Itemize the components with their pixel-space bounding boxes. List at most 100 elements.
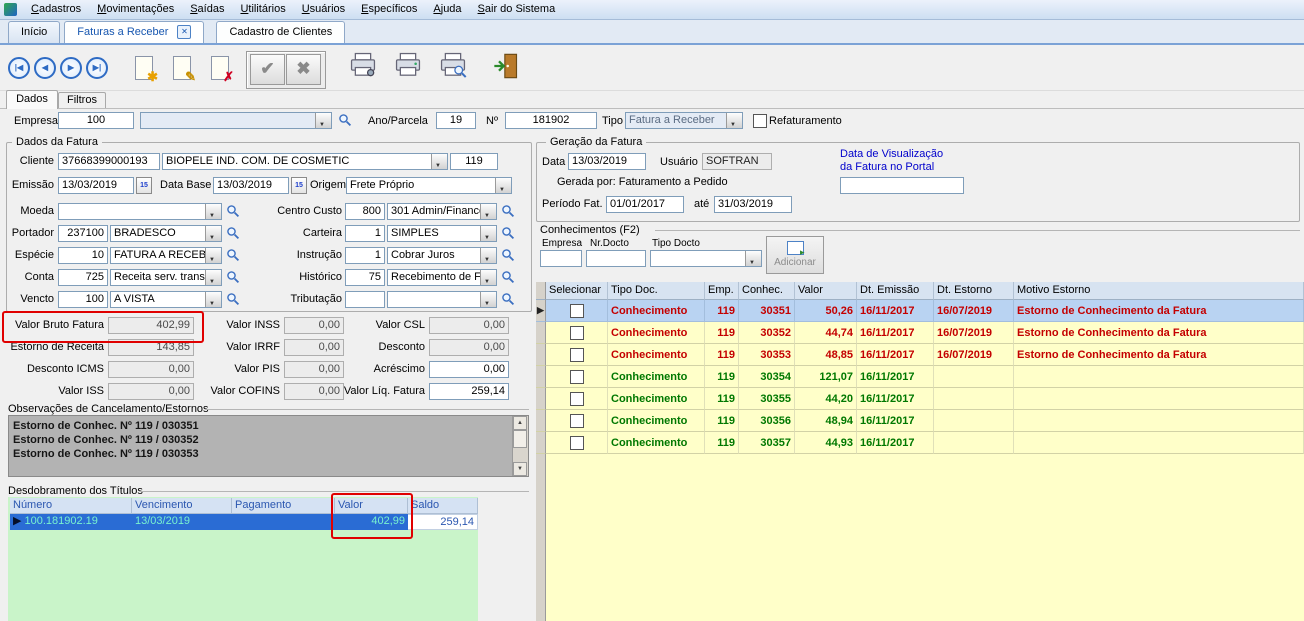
tipo-combo[interactable]: Fatura a Receber xyxy=(625,112,743,129)
scrollbar-thumb[interactable] xyxy=(513,430,527,448)
carteira-codigo-field[interactable]: 1 xyxy=(345,225,385,242)
historico-combo[interactable]: Recebimento de Fatu xyxy=(387,269,497,286)
moeda-combo[interactable] xyxy=(58,203,222,220)
conta-combo[interactable]: Receita serv. transpor xyxy=(110,269,222,286)
cancel-button[interactable]: ✖ xyxy=(286,54,321,85)
desdobramento-row[interactable]: ▶100.181902.19 13/03/2019 402,99 259,14 xyxy=(10,514,478,530)
print-preview-button[interactable] xyxy=(436,52,470,86)
empresa-search-icon[interactable] xyxy=(338,113,354,129)
conhecimento-empresa-field[interactable] xyxy=(540,250,582,267)
conta-codigo-field[interactable]: 725 xyxy=(58,269,108,286)
menu-utilitarios[interactable]: Utilitários xyxy=(232,0,293,19)
nav-first-button[interactable]: |◀ xyxy=(8,57,30,79)
column-header-tipo-doc[interactable]: Tipo Doc. xyxy=(608,282,705,300)
print-button[interactable] xyxy=(391,52,425,86)
geracao-data-field[interactable]: 13/03/2019 xyxy=(568,153,646,170)
refaturamento-checkbox[interactable] xyxy=(753,114,767,128)
confirm-button[interactable]: ✔ xyxy=(250,54,285,85)
portador-combo[interactable]: BRADESCO xyxy=(110,225,222,242)
historico-codigo-field[interactable]: 75 xyxy=(345,269,385,286)
vencto-combo[interactable]: A VISTA xyxy=(110,291,222,308)
column-header-numero[interactable]: Número xyxy=(10,498,132,514)
conhecimento-row[interactable]: Conhecimento 119 30353 48,85 16/11/2017 … xyxy=(536,344,1304,366)
tab-faturas-a-receber[interactable]: Faturas a Receber ✕ xyxy=(64,21,204,43)
empresa-combo[interactable] xyxy=(140,112,332,129)
menu-ajuda[interactable]: Ajuda xyxy=(425,0,469,19)
column-header-motivo-estorno[interactable]: Motivo Estorno xyxy=(1014,282,1304,300)
selecionar-checkbox[interactable] xyxy=(570,436,584,450)
conhecimento-row[interactable]: ▶ Conhecimento 119 30351 50,26 16/11/201… xyxy=(536,300,1304,322)
column-header-selecionar[interactable]: Selecionar xyxy=(546,282,608,300)
instrucao-codigo-field[interactable]: 1 xyxy=(345,247,385,264)
edit-record-button[interactable]: ✎ xyxy=(166,53,198,85)
conhecimento-row[interactable]: Conhecimento 119 30356 48,94 16/11/2017 xyxy=(536,410,1304,432)
carteira-search-icon[interactable] xyxy=(501,226,517,242)
centro-custo-search-icon[interactable] xyxy=(501,204,517,220)
cliente-combo[interactable]: BIOPELE IND. COM. DE COSMETIC xyxy=(162,153,448,170)
calendar-icon[interactable]: 15 xyxy=(136,177,152,194)
column-header-pagamento[interactable]: Pagamento xyxy=(232,498,335,514)
numero-field[interactable]: 181902 xyxy=(505,112,597,129)
column-header-dt-estorno[interactable]: Dt. Estorno xyxy=(934,282,1014,300)
conhecimento-row[interactable]: Conhecimento 119 30355 44,20 16/11/2017 xyxy=(536,388,1304,410)
tab-close-icon[interactable]: ✕ xyxy=(177,25,191,39)
nav-last-button[interactable]: ▶| xyxy=(86,57,108,79)
scroll-down-icon[interactable]: ▼ xyxy=(513,462,527,476)
tab-filtros[interactable]: Filtros xyxy=(58,92,106,109)
historico-search-icon[interactable] xyxy=(501,270,517,286)
print-config-button[interactable] xyxy=(346,52,380,86)
exit-button[interactable] xyxy=(489,52,523,86)
nav-next-button[interactable]: ▶ xyxy=(60,57,82,79)
periodo-inicio-field[interactable]: 01/01/2017 xyxy=(606,196,684,213)
menu-sair-do-sistema[interactable]: Sair do Sistema xyxy=(470,0,564,19)
nr-docto-field[interactable] xyxy=(586,250,646,267)
insert-record-button[interactable]: ✱ xyxy=(128,53,160,85)
column-header-valor[interactable]: Valor xyxy=(795,282,857,300)
tributacao-combo[interactable] xyxy=(387,291,497,308)
column-header-conhec[interactable]: Conhec. xyxy=(739,282,795,300)
tipo-docto-combo[interactable] xyxy=(650,250,762,267)
data-base-field[interactable]: 13/03/2019 xyxy=(213,177,289,194)
selecionar-checkbox[interactable] xyxy=(570,392,584,406)
delete-record-button[interactable]: ✗ xyxy=(204,53,236,85)
scroll-up-icon[interactable]: ▲ xyxy=(513,416,527,430)
selecionar-checkbox[interactable] xyxy=(570,304,584,318)
column-header-emp[interactable]: Emp. xyxy=(705,282,739,300)
menu-usuarios[interactable]: Usuários xyxy=(294,0,353,19)
portador-codigo-field[interactable]: 237100 xyxy=(58,225,108,242)
cliente-codigo-field[interactable]: 119 xyxy=(450,153,498,170)
column-header-vencimento[interactable]: Vencimento xyxy=(132,498,232,514)
conhecimento-row[interactable]: Conhecimento 119 30354 121,07 16/11/2017 xyxy=(536,366,1304,388)
calendar-icon[interactable]: 15 xyxy=(291,177,307,194)
observacoes-box[interactable]: Estorno de Conhec. Nº 119 / 030351 Estor… xyxy=(8,415,529,477)
instrucao-combo[interactable]: Cobrar Juros xyxy=(387,247,497,264)
empresa-code-field[interactable]: 100 xyxy=(58,112,134,129)
menu-especificos[interactable]: Específicos xyxy=(353,0,425,19)
adicionar-button[interactable]: Adicionar xyxy=(766,236,824,274)
especie-combo[interactable]: FATURA A RECEBER xyxy=(110,247,222,264)
column-header-valor[interactable]: Valor xyxy=(335,498,408,514)
especie-codigo-field[interactable]: 10 xyxy=(58,247,108,264)
selecionar-checkbox[interactable] xyxy=(570,326,584,340)
selecionar-checkbox[interactable] xyxy=(570,414,584,428)
emissao-field[interactable]: 13/03/2019 xyxy=(58,177,134,194)
tributacao-search-icon[interactable] xyxy=(501,292,517,308)
portal-data-field[interactable] xyxy=(840,177,964,194)
tab-dados[interactable]: Dados xyxy=(6,90,58,109)
selecionar-checkbox[interactable] xyxy=(570,348,584,362)
tab-inicio[interactable]: Início xyxy=(8,21,60,43)
valor-liq-field[interactable]: 259,14 xyxy=(429,383,509,400)
menu-movimentacoes[interactable]: Movimentações xyxy=(89,0,182,19)
acrescimo-field[interactable]: 0,00 xyxy=(429,361,509,378)
ano-parcela-field[interactable]: 19 xyxy=(436,112,476,129)
periodo-fim-field[interactable]: 31/03/2019 xyxy=(714,196,792,213)
nav-prior-button[interactable]: ◀ xyxy=(34,57,56,79)
observacoes-scrollbar[interactable]: ▲ ▼ xyxy=(512,416,528,476)
origem-combo[interactable]: Frete Próprio xyxy=(346,177,512,194)
tributacao-codigo-field[interactable] xyxy=(345,291,385,308)
conhecimento-row[interactable]: Conhecimento 119 30352 44,74 16/11/2017 … xyxy=(536,322,1304,344)
cliente-cnpj-field[interactable]: 37668399000193 xyxy=(58,153,160,170)
column-header-dt-emissao[interactable]: Dt. Emissão xyxy=(857,282,934,300)
instrucao-search-icon[interactable] xyxy=(501,248,517,264)
tab-cadastro-de-clientes[interactable]: Cadastro de Clientes xyxy=(216,21,345,43)
